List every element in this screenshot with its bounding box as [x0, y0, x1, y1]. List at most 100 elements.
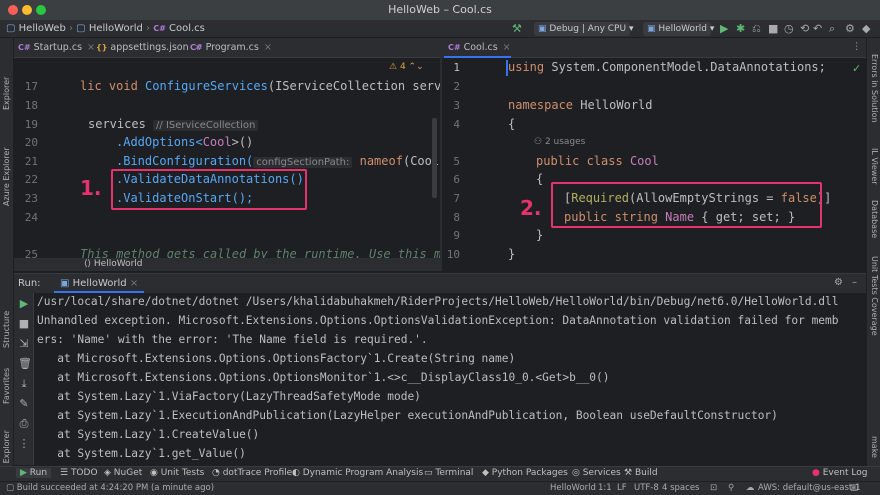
- build-tool-button[interactable]: ⚒ Build: [624, 468, 658, 478]
- minimize-window-button[interactable]: [22, 5, 32, 15]
- right-tool-strip: Errors in Solution IL Viewer Database Un…: [866, 38, 880, 466]
- aws-icon: ☁: [746, 483, 755, 493]
- vcs-icon[interactable]: ⟲: [800, 22, 809, 36]
- status-project[interactable]: HelloWorld: [550, 483, 596, 493]
- annotation-box-1: [111, 169, 307, 210]
- search-icon[interactable]: ⌕: [829, 22, 835, 36]
- python-packages-tool-button[interactable]: ◆ Python Packages: [482, 468, 568, 478]
- rerun-icon[interactable]: ▶: [18, 297, 30, 310]
- more-tabs-icon[interactable]: ⋮: [852, 41, 862, 52]
- dpa-tool-button[interactable]: ◐ Dynamic Program Analysis: [292, 468, 423, 478]
- line-number: 6: [453, 173, 460, 186]
- close-tab-icon[interactable]: ×: [264, 42, 272, 53]
- annotation-label-1: 1.: [80, 176, 102, 200]
- run-icon[interactable]: ▶: [720, 22, 728, 36]
- console-line: at System.Lazy`1.CreateValue(): [37, 428, 260, 441]
- status-line-ending[interactable]: LF: [617, 483, 627, 493]
- left-editor[interactable]: ⚠ 4 ⌃⌄ 17 18 19 20 21 22 23 24 25 lic vo…: [14, 58, 440, 271]
- debug-icon[interactable]: ✱: [736, 22, 745, 36]
- console-line: at System.Lazy`1.ViaFactory(LazyThreadSa…: [37, 390, 421, 403]
- status-aws-profile[interactable]: AWS: default@us-east-1: [758, 483, 861, 493]
- code-line-4: {: [508, 117, 516, 131]
- database-tool-tab[interactable]: Database: [870, 200, 879, 238]
- line-number: 18: [24, 99, 38, 112]
- run-tool-button[interactable]: ▶ Run: [16, 468, 52, 478]
- explorer-tool-tab[interactable]: Explorer: [2, 77, 11, 110]
- breadcrumb-solution[interactable]: HelloWeb: [19, 23, 66, 34]
- editor-breadcrumb[interactable]: ⟨⟩ HelloWorld: [14, 258, 440, 271]
- scroll-to-end-icon[interactable]: ⤓: [18, 377, 30, 391]
- tab-cool[interactable]: C# Cool.cs ×: [444, 38, 511, 58]
- unit-tests-coverage-tool-tab[interactable]: Unit Tests Coverage: [870, 256, 879, 336]
- status-caret-position[interactable]: 1:1: [598, 483, 612, 493]
- tab-program[interactable]: C# Program.cs ×: [186, 38, 272, 58]
- close-tab-icon[interactable]: ×: [503, 42, 511, 53]
- editor-scrollbar[interactable]: [432, 118, 437, 198]
- breadcrumb-file[interactable]: Cool.cs: [169, 23, 205, 34]
- settings-icon[interactable]: ⚙: [834, 277, 843, 288]
- close-window-button[interactable]: [8, 5, 18, 15]
- right-editor[interactable]: ✓ 1 2 3 4 5 6 7 8 9 10 using System.Comp…: [442, 58, 866, 271]
- tool-window-bar: ▶ Run ☰ TODO ◈ NuGet ◉ Unit Tests ◔ dotT…: [0, 466, 880, 481]
- breadcrumb: ▢ HelloWeb › ▢ HelloWorld › C# Cool.cs: [6, 23, 205, 34]
- code-line-1: using System.ComponentModel.DataAnnotati…: [508, 60, 826, 74]
- status-encoding[interactable]: UTF-8: [634, 483, 659, 493]
- console-line: ers: 'Name' with the error: 'The Name fi…: [37, 333, 428, 346]
- terminal-tool-button[interactable]: ▭ Terminal: [424, 468, 473, 478]
- nuget-tool-button[interactable]: ◈ NuGet: [104, 468, 142, 478]
- il-viewer-tool-tab[interactable]: IL Viewer: [870, 148, 879, 185]
- stop-icon[interactable]: ■: [18, 317, 30, 330]
- console-line: at System.Lazy`1.get_Value(): [37, 447, 246, 460]
- stop-icon[interactable]: ■: [768, 22, 778, 36]
- structure-tool-tab[interactable]: Structure: [2, 311, 11, 348]
- build-config-select[interactable]: ▣ Debug | Any CPU ▾: [534, 22, 633, 36]
- run-config-select[interactable]: ▣ HelloWorld ▾: [643, 22, 714, 36]
- line-number: 8: [453, 211, 460, 224]
- inspection-icon[interactable]: ⚲: [728, 483, 734, 493]
- plugins-icon[interactable]: ◆: [862, 22, 870, 36]
- undo-icon[interactable]: ↶: [813, 22, 822, 36]
- profile-icon[interactable]: ◷: [784, 22, 794, 36]
- memory-indicator-icon[interactable]: ▥: [850, 483, 858, 493]
- run-config-tab[interactable]: ▣ HelloWorld ×: [54, 274, 145, 293]
- settings-icon[interactable]: ⚙: [845, 22, 855, 36]
- services-tool-button[interactable]: ◎ Services: [572, 468, 621, 478]
- warnings-indicator[interactable]: ⚠ 4 ⌃⌄: [389, 62, 424, 72]
- todo-tool-button[interactable]: ☰ TODO: [60, 468, 98, 478]
- run-panel-header: Run: ▣ HelloWorld × ⚙ –: [14, 273, 866, 293]
- zoom-window-button[interactable]: [36, 5, 46, 15]
- errors-in-solution-tool-tab[interactable]: Errors in Solution: [870, 54, 879, 123]
- dottrace-tool-button[interactable]: ◔ dotTrace Profiler: [212, 468, 296, 478]
- hide-panel-icon[interactable]: –: [852, 277, 857, 288]
- console-line: Unhandled exception. Microsoft.Extension…: [37, 314, 839, 327]
- more-icon[interactable]: ⋮: [18, 437, 30, 450]
- breadcrumb-project[interactable]: HelloWorld: [89, 23, 143, 34]
- window-title: HelloWeb – Cool.cs: [388, 3, 492, 16]
- event-log-tool-button[interactable]: ● Event Log: [812, 468, 867, 478]
- line-number: 2: [453, 80, 460, 93]
- line-number: 24: [24, 211, 38, 224]
- trash-icon[interactable]: 🗑: [18, 357, 32, 370]
- code-line-21: .BindConfiguration(configSectionPath: na…: [116, 154, 440, 168]
- pin-icon[interactable]: ✎: [18, 397, 30, 410]
- tab-startup[interactable]: C# Startup.cs ×: [14, 38, 95, 58]
- status-indent[interactable]: 4 spaces: [662, 483, 699, 493]
- console-output[interactable]: /usr/local/share/dotnet/dotnet /Users/kh…: [34, 293, 866, 465]
- attach-icon[interactable]: ⎌: [752, 22, 761, 36]
- soft-wrap-icon[interactable]: ⇲: [18, 337, 30, 350]
- make-tool-tab[interactable]: make: [870, 436, 879, 458]
- usages-hint[interactable]: ⚇ 2 usages: [534, 137, 585, 147]
- hammer-icon[interactable]: ⚒: [512, 22, 522, 36]
- line-number: 9: [453, 229, 460, 242]
- status-message[interactable]: ▢ Build succeeded at 4:24:20 PM (a minut…: [6, 483, 214, 493]
- line-number: 5: [453, 155, 460, 168]
- unit-tests-tool-button[interactable]: ◉ Unit Tests: [150, 468, 204, 478]
- run-side-toolbar: ▶ ■ ⇲ 🗑 ⤓ ✎ ⎙ ⋮: [14, 293, 34, 465]
- line-number: 4: [453, 118, 460, 131]
- lock-icon[interactable]: ⊡: [710, 483, 717, 493]
- no-problems-icon[interactable]: ✓: [852, 62, 861, 75]
- favorites-tool-tab[interactable]: Favorites: [2, 368, 11, 404]
- code-line-9: }: [536, 228, 544, 242]
- azure-explorer-tool-tab[interactable]: Azure Explorer: [2, 147, 11, 206]
- print-icon[interactable]: ⎙: [18, 417, 30, 431]
